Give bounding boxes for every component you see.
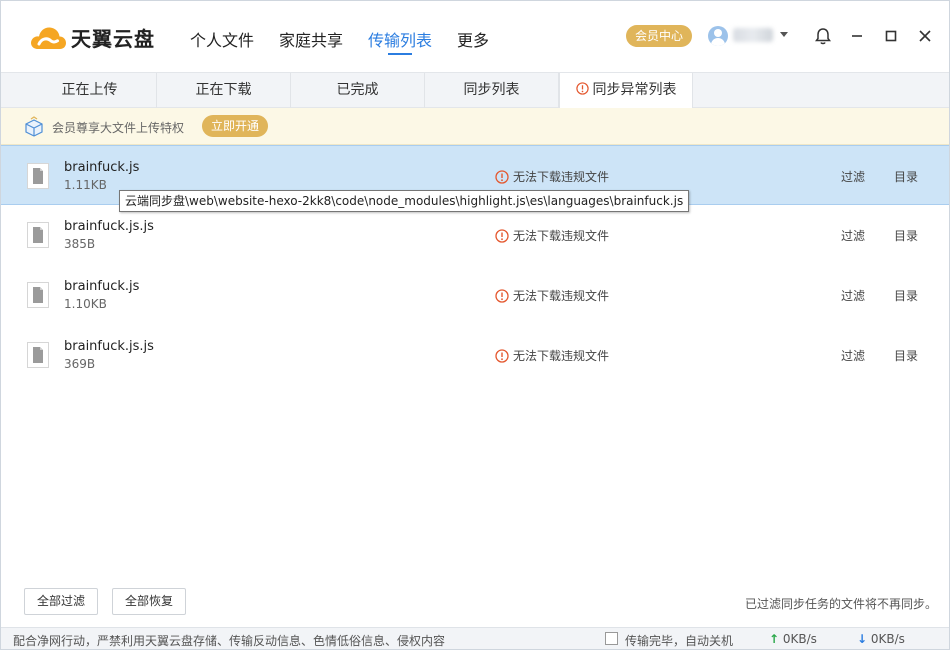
file-status: 无法下载违规文件 bbox=[495, 227, 609, 244]
tab-uploading[interactable]: 正在上传 bbox=[23, 73, 157, 108]
file-icon bbox=[27, 163, 49, 189]
tab-label: 正在下载 bbox=[195, 82, 252, 98]
open-directory-button[interactable]: 目录 bbox=[894, 287, 918, 304]
tab-downloading[interactable]: 正在下载 bbox=[157, 73, 291, 108]
transfer-tabs: 正在上传 正在下载 已完成 同步列表 同步异常列表 bbox=[1, 72, 949, 109]
promo-text: 会员尊享大文件上传特权 bbox=[52, 121, 185, 135]
sync-error-list: brainfuck.js 1.11KB 无法下载违规文件 过滤 目录 云端同步盘… bbox=[1, 145, 949, 385]
file-status: 无法下载违规文件 bbox=[495, 287, 609, 304]
tab-label: 同步列表 bbox=[463, 82, 520, 98]
arrow-down-icon: ↓ bbox=[857, 632, 868, 646]
status-text: 无法下载违规文件 bbox=[513, 349, 610, 363]
status-text: 无法下载违规文件 bbox=[513, 170, 610, 184]
open-directory-button[interactable]: 目录 bbox=[894, 347, 918, 364]
minimize-icon[interactable] bbox=[847, 26, 867, 46]
open-directory-button[interactable]: 目录 bbox=[894, 227, 918, 244]
file-name: brainfuck.js.js bbox=[64, 219, 154, 234]
file-size: 1.10KB bbox=[64, 297, 107, 311]
tab-label: 同步异常列表 bbox=[592, 82, 677, 98]
tab-sync-list[interactable]: 同步列表 bbox=[425, 73, 559, 108]
close-icon[interactable] bbox=[915, 26, 935, 46]
filter-button[interactable]: 过滤 bbox=[841, 347, 865, 364]
vip-box-icon bbox=[25, 116, 43, 137]
username-blurred[interactable] bbox=[733, 28, 773, 42]
list-item[interactable]: brainfuck.js.js 369B 无法下载违规文件 过滤 目录 bbox=[1, 325, 949, 385]
file-status: 无法下载违规文件 bbox=[495, 347, 609, 364]
auto-shutdown-checkbox[interactable] bbox=[605, 632, 618, 645]
maximize-icon[interactable] bbox=[881, 26, 901, 46]
vip-center-button[interactable]: 会员中心 bbox=[626, 25, 692, 47]
nav-transfer-list[interactable]: 传输列表 bbox=[368, 27, 432, 55]
app-window: 天翼云盘 个人文件 家庭共享 传输列表 更多 会员中心 正在上传 正在下载 已完… bbox=[0, 0, 950, 650]
promo-bar: 会员尊享大文件上传特权 立即开通 bbox=[1, 108, 949, 145]
warning-icon bbox=[575, 82, 589, 95]
list-item[interactable]: brainfuck.js 1.10KB 无法下载违规文件 过滤 目录 bbox=[1, 265, 949, 325]
file-size: 369B bbox=[64, 357, 96, 371]
file-icon bbox=[27, 282, 49, 308]
status-bar: 配合净网行动，严禁利用天翼云盘存储、传输反动信息、色情低俗信息、侵权内容 传输完… bbox=[1, 627, 949, 649]
upload-speed: ↑ 0KB/s bbox=[769, 632, 817, 646]
filter-note: 已过滤同步任务的文件将不再同步。 bbox=[745, 597, 938, 611]
warning-icon bbox=[495, 228, 509, 243]
file-icon bbox=[27, 222, 49, 248]
notice-text: 配合净网行动，严禁利用天翼云盘存储、传输反动信息、色情低俗信息、侵权内容 bbox=[13, 634, 446, 648]
bell-icon[interactable] bbox=[813, 26, 833, 46]
download-speed-value: 0KB/s bbox=[870, 632, 905, 646]
warning-icon bbox=[495, 288, 509, 303]
list-item[interactable]: brainfuck.js 1.11KB 无法下载违规文件 过滤 目录 云端同步盘… bbox=[1, 145, 949, 212]
filter-button[interactable]: 过滤 bbox=[841, 227, 865, 244]
filter-button[interactable]: 过滤 bbox=[841, 287, 865, 304]
file-icon bbox=[27, 342, 49, 368]
cloud-logo-icon bbox=[31, 26, 66, 49]
file-name: brainfuck.js bbox=[64, 279, 140, 294]
brand-name: 天翼云盘 bbox=[71, 27, 155, 51]
nav-more[interactable]: 更多 bbox=[457, 27, 489, 55]
status-text: 无法下载违规文件 bbox=[513, 289, 610, 303]
file-status: 无法下载违规文件 bbox=[495, 168, 609, 185]
activate-now-button[interactable]: 立即开通 bbox=[202, 115, 268, 137]
main-nav: 个人文件 家庭共享 传输列表 更多 bbox=[190, 27, 514, 55]
restore-all-button[interactable]: 全部恢复 bbox=[112, 588, 187, 615]
warning-icon bbox=[495, 348, 509, 363]
tab-completed[interactable]: 已完成 bbox=[291, 73, 425, 108]
list-item[interactable]: brainfuck.js.js 385B 无法下载违规文件 过滤 目录 bbox=[1, 205, 949, 265]
download-speed: ↓ 0KB/s bbox=[857, 632, 905, 646]
auto-shutdown-label: 传输完毕，自动关机 bbox=[625, 634, 734, 648]
file-name: brainfuck.js.js bbox=[64, 339, 154, 354]
path-tooltip: 云端同步盘\web\website-hexo-2kk8\code\node_mo… bbox=[119, 190, 690, 212]
tab-label: 正在上传 bbox=[61, 82, 118, 98]
logo: 天翼云盘 bbox=[29, 23, 155, 52]
filter-all-button[interactable]: 全部过滤 bbox=[24, 588, 99, 615]
nav-family-share[interactable]: 家庭共享 bbox=[279, 27, 343, 55]
arrow-up-icon: ↑ bbox=[769, 632, 780, 646]
status-text: 无法下载违规文件 bbox=[513, 229, 610, 243]
chevron-down-icon[interactable] bbox=[780, 32, 788, 37]
header: 天翼云盘 个人文件 家庭共享 传输列表 更多 会员中心 bbox=[1, 1, 949, 72]
avatar[interactable] bbox=[708, 26, 728, 46]
upload-speed-value: 0KB/s bbox=[782, 632, 817, 646]
file-name: brainfuck.js bbox=[64, 160, 140, 175]
nav-personal-files[interactable]: 个人文件 bbox=[190, 27, 254, 55]
tab-label: 已完成 bbox=[336, 82, 379, 98]
tab-sync-errors[interactable]: 同步异常列表 bbox=[559, 73, 693, 109]
open-directory-button[interactable]: 目录 bbox=[894, 168, 918, 185]
file-size: 1.11KB bbox=[64, 178, 107, 192]
filter-button[interactable]: 过滤 bbox=[841, 168, 865, 185]
warning-icon bbox=[495, 169, 509, 184]
file-size: 385B bbox=[64, 237, 96, 251]
